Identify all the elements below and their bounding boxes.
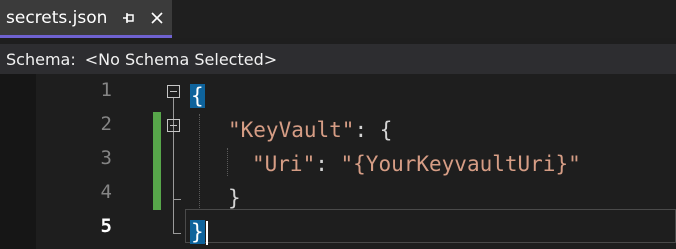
text-cursor (205, 221, 208, 245)
indicator-margin (0, 74, 36, 249)
colon: : (354, 118, 380, 142)
code-line-2: "KeyVault": { (228, 113, 392, 147)
close-brace: } (190, 220, 205, 244)
outline-end (173, 233, 181, 234)
collapse-icon[interactable] (167, 85, 180, 98)
code-line-3: "Uri": "{YourKeyvaultUri}" (252, 147, 581, 181)
close-brace: } (228, 186, 241, 210)
line-number: 3 (100, 147, 112, 169)
change-marker (153, 112, 161, 210)
schema-label: Schema: (6, 49, 76, 69)
code-line-5: } (190, 215, 208, 249)
tab-secrets-json[interactable]: secrets.json (0, 0, 172, 38)
json-key: "KeyVault" (228, 118, 355, 142)
line-number: 1 (100, 79, 112, 101)
current-line-highlight (185, 209, 676, 243)
json-key: "Uri" (252, 152, 316, 176)
indent-guide (227, 148, 228, 176)
colon: : (315, 152, 341, 176)
close-icon[interactable] (149, 10, 165, 26)
pin-icon[interactable] (121, 10, 137, 26)
code-line-1: { (190, 79, 205, 113)
line-number: 2 (100, 113, 112, 135)
json-value: "{YourKeyvaultUri}" (340, 152, 581, 176)
code-editor[interactable]: 1 2 3 4 5 { "KeyVault": { "Uri": "{YourK… (0, 74, 676, 249)
tab-label: secrets.json (6, 7, 108, 28)
line-number-current: 5 (100, 215, 112, 237)
open-brace: { (379, 118, 393, 142)
collapse-icon[interactable] (167, 119, 180, 132)
schema-bar: Schema: <No Schema Selected> (0, 44, 676, 74)
open-brace: { (190, 84, 205, 108)
schema-dropdown[interactable]: <No Schema Selected> (85, 50, 277, 69)
outline-end (173, 199, 181, 200)
line-number: 4 (100, 181, 112, 203)
code-line-4: } (228, 181, 241, 215)
tab-strip: secrets.json (0, 0, 676, 38)
indent-guide (199, 114, 200, 210)
